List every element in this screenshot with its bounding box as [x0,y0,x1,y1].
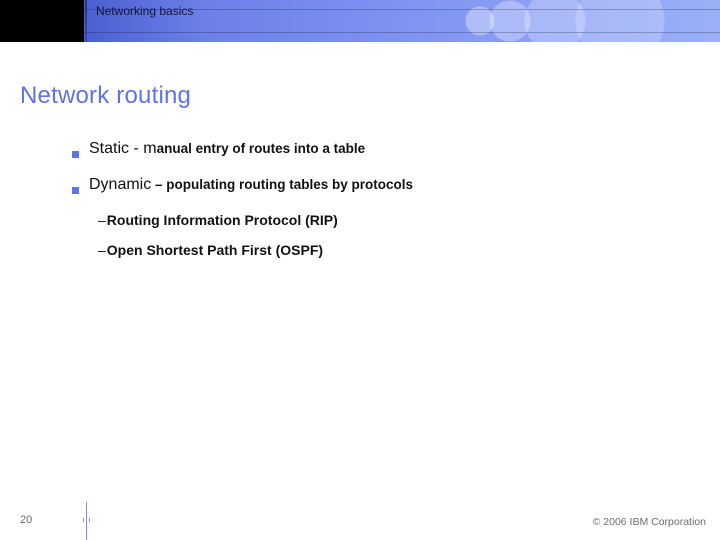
slide-title: Network routing [20,82,191,110]
page-number: 20 [20,514,32,526]
bullet-square-icon [72,187,79,194]
header-topic-label: Networking basics [96,4,193,18]
footer-decor-tick [83,518,84,522]
footer-decor-tick [89,518,90,522]
dash-icon: – [98,242,106,258]
bullet-lead: Static - m [89,140,157,157]
slide-header: Networking basics [0,0,720,42]
bullet-text: Dynamic – populating routing tables by p… [89,176,413,194]
bullet-text: Static - manual entry of routes into a t… [89,140,365,158]
copyright-text: © 2006 IBM Corporation [593,516,706,528]
subbullet-text: Routing Information Protocol (RIP) [107,212,338,228]
bullet-rest: – populating routing tables by protocols [151,177,413,192]
bullet-level2: –Routing Information Protocol (RIP) [98,212,672,228]
dash-icon: – [98,212,106,228]
bullet-level2: –Open Shortest Path First (OSPF) [98,242,672,258]
bullet-level1: Dynamic – populating routing tables by p… [72,176,672,194]
slide-body: Static - manual entry of routes into a t… [72,140,672,272]
subbullet-text: Open Shortest Path First (OSPF) [107,242,323,258]
header-decor-vline [85,0,87,42]
bullet-square-icon [72,151,79,158]
footer-decor-vline [86,502,87,540]
bullet-level1: Static - manual entry of routes into a t… [72,140,672,158]
bullet-rest: anual entry of routes into a table [157,141,366,156]
bullet-lead: Dynamic [89,176,151,193]
